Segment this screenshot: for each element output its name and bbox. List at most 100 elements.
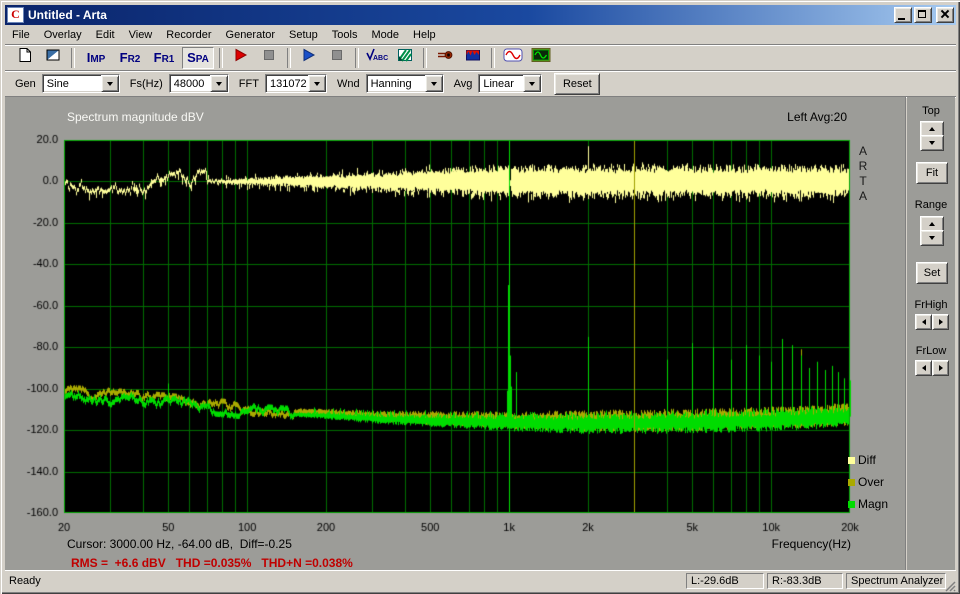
record-button[interactable] [228, 47, 254, 69]
svg-text:ABC: ABC [373, 55, 388, 62]
generator-select[interactable]: Sine [42, 74, 120, 93]
menu-item-file[interactable]: File [5, 27, 37, 43]
overlay-manager-button[interactable] [40, 47, 66, 69]
microphone-button[interactable] [432, 47, 458, 69]
minimize-button[interactable] [894, 7, 912, 23]
resize-grip[interactable] [943, 579, 956, 592]
legend-label: Over [858, 475, 884, 489]
fr2-mode-button[interactable]: FR2 [114, 47, 146, 69]
toolbar-separator [355, 48, 359, 68]
toolbar-separator [219, 48, 223, 68]
spa-mode-button[interactable]: SPA [182, 47, 214, 69]
left-level-indicator: L:-29.6dB [686, 573, 764, 589]
menu-item-setup[interactable]: Setup [282, 27, 325, 43]
averaging-select[interactable]: Linear [478, 74, 542, 93]
menu-item-edit[interactable]: Edit [89, 27, 122, 43]
calibrate-button[interactable]: ABC [364, 47, 390, 69]
new-document-icon [17, 47, 33, 68]
maximize-button[interactable] [914, 7, 932, 23]
fft-label: FFT [239, 78, 259, 90]
fit-button[interactable]: Fit [916, 162, 948, 184]
play-stop-button[interactable] [324, 47, 350, 69]
menu-item-view[interactable]: View [122, 27, 160, 43]
dropdown-arrow-icon[interactable] [425, 75, 443, 92]
stop-icon [261, 47, 277, 68]
watermark-letter: A [859, 144, 867, 158]
dropdown-arrow-icon[interactable] [523, 75, 541, 92]
right-level-indicator: R:-83.3dB [767, 573, 843, 589]
controls-bar: Gen Sine Fs(Hz) 48000 FFT 131072 Wnd Han… [5, 71, 956, 97]
legend-label: Magn [858, 497, 888, 511]
toolbar-button-label: FR2 [120, 50, 141, 65]
red-play-icon [233, 47, 249, 68]
dropdown-arrow-icon[interactable] [210, 75, 228, 92]
avg-label: Avg [454, 78, 473, 90]
arrow-left-icon [919, 319, 926, 325]
menu-bar: FileOverlayEditViewRecorderGeneratorSetu… [5, 26, 956, 45]
spectrum-panel: Spectrum magnitude dBV Left Avg:20 ARTA … [5, 97, 905, 571]
window-value: Hanning [367, 78, 425, 90]
close-button[interactable] [936, 7, 954, 23]
abc-check-icon: ABC [365, 47, 389, 68]
frlow-left-button[interactable] [915, 360, 932, 376]
arrow-down-icon [929, 236, 935, 243]
scope-button[interactable] [528, 47, 554, 69]
toolbar-button-label: IMP [87, 50, 106, 65]
fr1-mode-button[interactable]: FR1 [148, 47, 180, 69]
arta-window: C Untitled - Arta FileOverlayEditViewRec… [0, 0, 960, 594]
frlow-right-button[interactable] [932, 360, 949, 376]
menu-item-generator[interactable]: Generator [219, 27, 283, 43]
watermark-letter: T [859, 174, 866, 188]
arrow-up-icon [929, 219, 935, 226]
menu-item-recorder[interactable]: Recorder [159, 27, 218, 43]
legend-item-diff: Diff [848, 449, 888, 471]
sample-rate-value: 48000 [170, 78, 210, 90]
plot-title: Spectrum magnitude dBV [67, 110, 204, 124]
close-icon [939, 9, 950, 19]
new-file-button[interactable] [12, 47, 38, 69]
signal-analysis-button[interactable] [392, 47, 418, 69]
waveform-button[interactable] [460, 47, 486, 69]
legend-label: Diff [858, 453, 876, 467]
legend-item-magn: Magn [848, 493, 888, 515]
toolbar: IMP FR2 FR1 SPA ABC [5, 45, 956, 71]
toolbar-button-label: FR1 [154, 50, 175, 65]
toolbar-separator [423, 48, 427, 68]
reset-button[interactable]: Reset [554, 73, 600, 95]
dropdown-arrow-icon[interactable] [308, 75, 326, 92]
play-button[interactable] [296, 47, 322, 69]
blue-play-icon [301, 47, 317, 68]
app-icon: C [7, 7, 24, 23]
spectrum-canvas[interactable] [5, 97, 905, 571]
title-bar: C Untitled - Arta [5, 5, 956, 25]
watermark-letter: A [859, 189, 867, 203]
menu-item-tools[interactable]: Tools [325, 27, 365, 43]
frhigh-right-button[interactable] [932, 314, 949, 330]
frhigh-left-button[interactable] [915, 314, 932, 330]
fft-size-select[interactable]: 131072 [265, 74, 327, 93]
frhigh-label: FrHigh [907, 299, 955, 311]
arrow-right-icon [939, 319, 946, 325]
top-down-button[interactable] [920, 135, 944, 151]
frlow-label: FrLow [907, 345, 955, 357]
arrow-down-icon [929, 141, 935, 148]
overlay-icon [45, 47, 61, 68]
toolbar-separator [287, 48, 291, 68]
menu-item-overlay[interactable]: Overlay [37, 27, 89, 43]
imp-mode-button[interactable]: IMP [80, 47, 112, 69]
range-down-button[interactable] [920, 230, 944, 246]
window-title: Untitled - Arta [28, 8, 892, 22]
menu-item-mode[interactable]: Mode [364, 27, 406, 43]
set-button[interactable]: Set [916, 262, 948, 284]
menu-item-help[interactable]: Help [406, 27, 443, 43]
diagonal-waves-icon [397, 47, 413, 68]
arrow-right-icon [939, 365, 946, 371]
status-text: Ready [9, 575, 41, 587]
range-label: Range [907, 199, 955, 211]
dropdown-arrow-icon[interactable] [101, 75, 119, 92]
fft-size-value: 131072 [266, 78, 308, 90]
sample-rate-select[interactable]: 48000 [169, 74, 229, 93]
window-function-button[interactable] [500, 47, 526, 69]
record-stop-button[interactable] [256, 47, 282, 69]
window-select[interactable]: Hanning [366, 74, 444, 93]
